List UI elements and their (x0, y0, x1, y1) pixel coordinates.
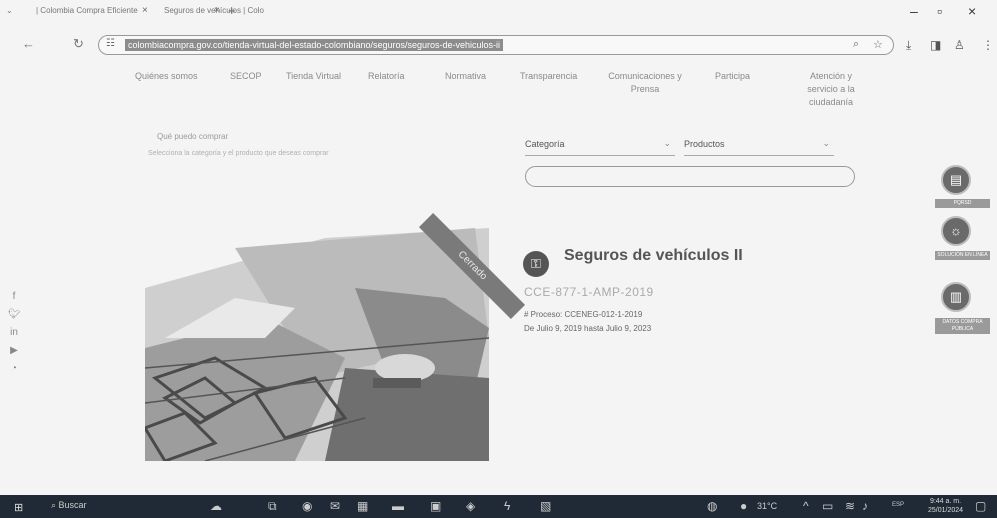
tab-colombia-compra[interactable]: | Colombia Compra Eficiente (36, 6, 138, 15)
restore-icon[interactable]: ▫ (937, 3, 942, 19)
app-window-icon[interactable]: ▧ (540, 499, 551, 513)
profile-icon[interactable]: ♙ (954, 38, 965, 52)
nav-secop[interactable]: SECOP (230, 70, 262, 83)
nav-relatoria[interactable]: Relatoría (368, 70, 405, 83)
menu-kebab-icon[interactable]: ⋮ (982, 38, 994, 52)
intro-question: Qué puedo comprar (157, 132, 229, 141)
windows-start-icon[interactable]: ⊞ (14, 501, 23, 514)
datos-compra-icon[interactable]: ▥ (941, 282, 971, 312)
language-indicator[interactable]: ESP (892, 502, 904, 508)
youtube-icon[interactable]: ▶ (8, 345, 20, 356)
browser-tab-strip: ⌄ | Colombia Compra Eficiente × Seguros … (0, 0, 997, 24)
intro-subtitle: Selecciona la categoría y el producto qu… (148, 150, 329, 157)
notification-icon[interactable]: ▢ (975, 499, 986, 513)
calendar-icon[interactable]: ▦ (357, 499, 368, 513)
windows-taskbar: ⊞ ⌕ Buscar ☁ ⧉ ◉ ✉ ▦ ▬ ▣ ◈ ϟ ▧ ◍ ● 31°C … (0, 495, 997, 518)
weather-tray-icon[interactable]: ● (740, 499, 747, 513)
product-title: Seguros de vehículos II (564, 247, 743, 264)
tray-chevron-icon[interactable]: ^ (803, 499, 809, 513)
address-bar-row: ← ↻ ☷ colombiacompra.gov.co/tienda-virtu… (0, 30, 997, 58)
volume-icon[interactable]: ♪ (862, 499, 868, 513)
task-view-icon[interactable]: ⧉ (268, 499, 277, 514)
car-key-icon: ⚿ (523, 251, 549, 277)
taskbar-search[interactable]: ⌕ Buscar (51, 500, 87, 511)
zoom-icon[interactable]: ⌕ (853, 38, 859, 51)
nav-normativa[interactable]: Normativa (445, 70, 486, 83)
facebook-icon[interactable]: f (8, 291, 20, 302)
new-tab-icon[interactable]: + (228, 3, 236, 18)
reload-icon[interactable]: ↻ (73, 36, 84, 52)
nav-transparencia[interactable]: Transparencia (520, 70, 577, 83)
site-info-icon[interactable]: ☷ (106, 38, 115, 49)
tray-apps-icon[interactable]: ▭ (822, 499, 833, 513)
nav-tienda-virtual[interactable]: Tienda Virtual (286, 70, 341, 83)
nav-quienes-somos[interactable]: Quiénes somos (135, 70, 198, 83)
chevron-down-icon: ⌄ (822, 138, 830, 148)
app-bolt-icon[interactable]: ϟ (504, 499, 510, 513)
clock[interactable]: 9:44 a. m. 25/01/2024 (928, 497, 963, 515)
tab-menu-icon[interactable]: ⌄ (6, 6, 13, 15)
nav-participa[interactable]: Participa (715, 70, 750, 83)
back-icon[interactable]: ← (22, 36, 35, 51)
weather-widget-icon[interactable]: ☁ (210, 499, 222, 513)
app-icon[interactable]: ◈ (466, 499, 475, 513)
wifi-icon[interactable]: ≋ (845, 499, 855, 513)
temperature-text: 31°C (757, 501, 778, 511)
bookmark-star-icon[interactable]: ☆ (873, 38, 883, 51)
rss-icon[interactable]: ◔ (8, 363, 20, 374)
window-close-icon[interactable]: × (968, 3, 976, 19)
tab-close-icon[interactable]: × (214, 5, 220, 16)
store-icon[interactable]: ▣ (430, 499, 441, 513)
solucion-en-linea-label[interactable]: SOLUCIÓN EN LÍNEA (935, 251, 990, 260)
product-dates: De Julio 9, 2019 hasta Julio 9, 2023 (524, 324, 652, 333)
pqrsd-icon[interactable]: ▤ (941, 165, 971, 195)
product-select[interactable]: Productos ⌄ (684, 137, 834, 156)
url-text[interactable]: colombiacompra.gov.co/tienda-virtual-del… (125, 39, 504, 51)
network-app-icon[interactable]: ◍ (707, 499, 717, 513)
nav-comunicaciones[interactable]: Comunicaciones y Prensa (606, 70, 684, 96)
solucion-en-linea-icon[interactable]: ☼ (941, 216, 971, 246)
category-select[interactable]: Categoría ⌄ (525, 137, 675, 156)
product-process: # Proceso: CCENEG-012-1-2019 (524, 310, 643, 319)
nav-atencion[interactable]: Atención y servicio a la ciudadanía (797, 70, 865, 109)
sidepanel-icon[interactable]: ◨ (930, 38, 941, 52)
file-explorer-icon[interactable]: ▬ (392, 499, 404, 513)
product-code: CCE-877-1-AMP-2019 (524, 285, 654, 299)
pqrsd-label[interactable]: PQRSD (935, 199, 990, 208)
chrome-icon[interactable]: ◉ (302, 499, 312, 513)
chevron-down-icon: ⌄ (663, 138, 671, 148)
download-icon[interactable]: ⤓ (906, 38, 911, 53)
search-input[interactable] (525, 166, 855, 187)
tab-close-icon[interactable]: × (142, 5, 148, 16)
mail-icon[interactable]: ✉ (330, 499, 340, 513)
linkedin-icon[interactable]: in (8, 327, 20, 338)
minimize-icon[interactable]: – (910, 3, 918, 19)
car-engine-photo (145, 228, 489, 461)
address-bar[interactable]: ☷ colombiacompra.gov.co/tienda-virtual-d… (98, 35, 894, 55)
datos-compra-label[interactable]: DATOS COMPRA PÚBLICA (935, 318, 990, 334)
twitter-icon[interactable]: 🐦︎ (8, 309, 21, 320)
product-image (145, 228, 489, 461)
